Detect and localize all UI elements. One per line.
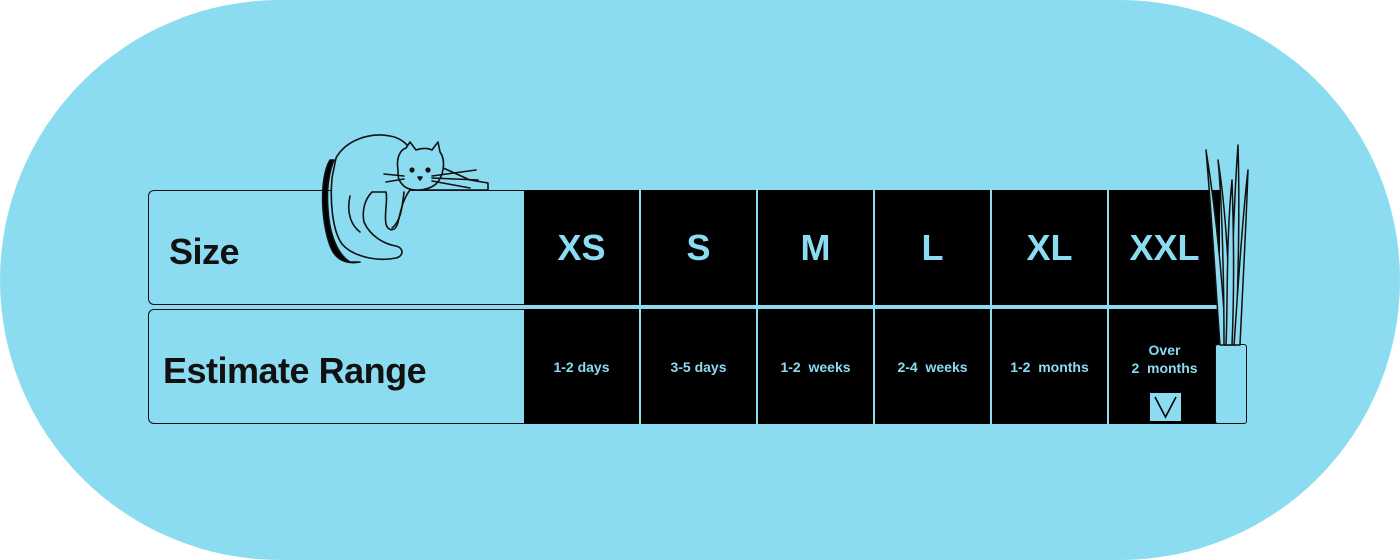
decoration-layer (321, 134, 1249, 346)
plant-icon (1205, 144, 1249, 346)
cat-illustration (321, 134, 489, 264)
